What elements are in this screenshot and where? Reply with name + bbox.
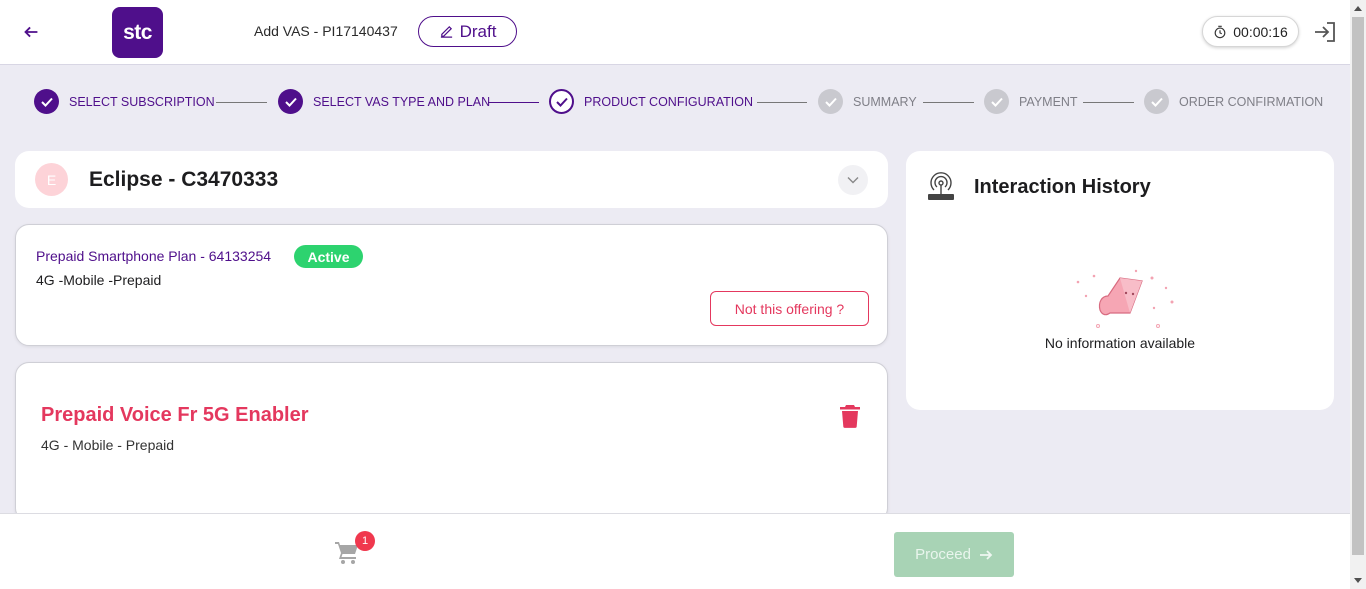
check-icon xyxy=(1144,89,1169,114)
interaction-history-title: Interaction History xyxy=(974,176,1151,198)
scrollbar-thumb[interactable] xyxy=(1352,17,1364,555)
check-icon xyxy=(549,89,574,114)
stc-logo: stc xyxy=(112,7,163,58)
step-label: PRODUCT CONFIGURATION xyxy=(584,94,753,109)
step-select-vas-type: SELECT VAS TYPE AND PLAN xyxy=(278,89,490,114)
step-label: PAYMENT xyxy=(1019,94,1078,109)
scroll-up-arrow[interactable] xyxy=(1354,6,1362,11)
proceed-button[interactable]: Proceed xyxy=(894,532,1014,577)
step-order-confirmation: ORDER CONFIRMATION xyxy=(1144,89,1323,114)
interaction-history-icon xyxy=(926,170,956,202)
logout-icon[interactable] xyxy=(1313,21,1337,43)
step-connector xyxy=(1083,102,1134,103)
interaction-history-panel: Interaction History No information avail… xyxy=(906,151,1334,410)
vas-name: Prepaid Voice Fr 5G Enabler xyxy=(41,404,309,426)
trash-icon[interactable] xyxy=(839,404,861,428)
draft-label: Draft xyxy=(459,21,497,41)
step-connector xyxy=(757,102,807,103)
vas-product-card: Prepaid Voice Fr 5G Enabler 4G - Mobile … xyxy=(15,362,888,522)
step-payment: PAYMENT xyxy=(984,89,1078,114)
check-icon xyxy=(278,89,303,114)
customer-card: E Eclipse - C3470333 xyxy=(15,151,888,208)
page-title: Add VAS - PI17140437 xyxy=(254,23,398,39)
back-arrow-icon[interactable] xyxy=(20,20,42,44)
arrow-right-icon xyxy=(979,549,993,560)
timer-icon xyxy=(1214,25,1226,38)
step-label: SELECT SUBSCRIPTION xyxy=(69,94,215,109)
step-product-configuration: PRODUCT CONFIGURATION xyxy=(549,89,753,114)
step-connector xyxy=(216,102,267,103)
subscription-plan-card: Prepaid Smartphone Plan - 64133254 Activ… xyxy=(15,224,888,346)
edit-pencil-icon xyxy=(440,25,452,38)
step-label: SELECT VAS TYPE AND PLAN xyxy=(313,94,491,109)
check-icon xyxy=(984,89,1009,114)
plan-description: 4G -Mobile -Prepaid xyxy=(36,272,162,288)
step-label: SUMMARY xyxy=(853,94,917,109)
session-timer: 00:00:16 xyxy=(1202,16,1299,47)
check-icon xyxy=(34,89,59,114)
vertical-scrollbar[interactable] xyxy=(1350,0,1366,589)
checkout-stepper: SELECT SUBSCRIPTION SELECT VAS TYPE AND … xyxy=(34,89,1324,115)
status-badge: Active xyxy=(294,245,363,268)
top-header: stc Add VAS - PI17140437 Draft 00:00:16 xyxy=(0,0,1350,65)
vas-description: 4G - Mobile - Prepaid xyxy=(41,437,175,453)
scroll-down-arrow[interactable] xyxy=(1354,578,1362,583)
plan-name: Prepaid Smartphone Plan - 64133254 xyxy=(36,248,272,264)
check-icon xyxy=(818,89,843,114)
empty-state-text: No information available xyxy=(1044,335,1196,351)
footer-bar: 1 Proceed xyxy=(0,513,1350,589)
timer-value: 00:00:16 xyxy=(1233,23,1288,40)
proceed-label: Proceed xyxy=(915,546,971,563)
step-connector xyxy=(488,102,539,103)
customer-name: Eclipse - C3470333 xyxy=(89,168,279,191)
not-this-offering-button[interactable]: Not this offering ? xyxy=(710,291,869,326)
step-connector xyxy=(923,102,974,103)
step-label: ORDER CONFIRMATION xyxy=(1179,94,1324,109)
chevron-down-icon[interactable] xyxy=(838,165,868,195)
step-summary: SUMMARY xyxy=(818,89,917,114)
cart-count-badge: 1 xyxy=(355,531,375,551)
step-select-subscription: SELECT SUBSCRIPTION xyxy=(34,89,215,114)
avatar: E xyxy=(35,163,68,196)
draft-button[interactable]: Draft xyxy=(418,16,517,47)
empty-state-illustration xyxy=(1068,266,1180,331)
